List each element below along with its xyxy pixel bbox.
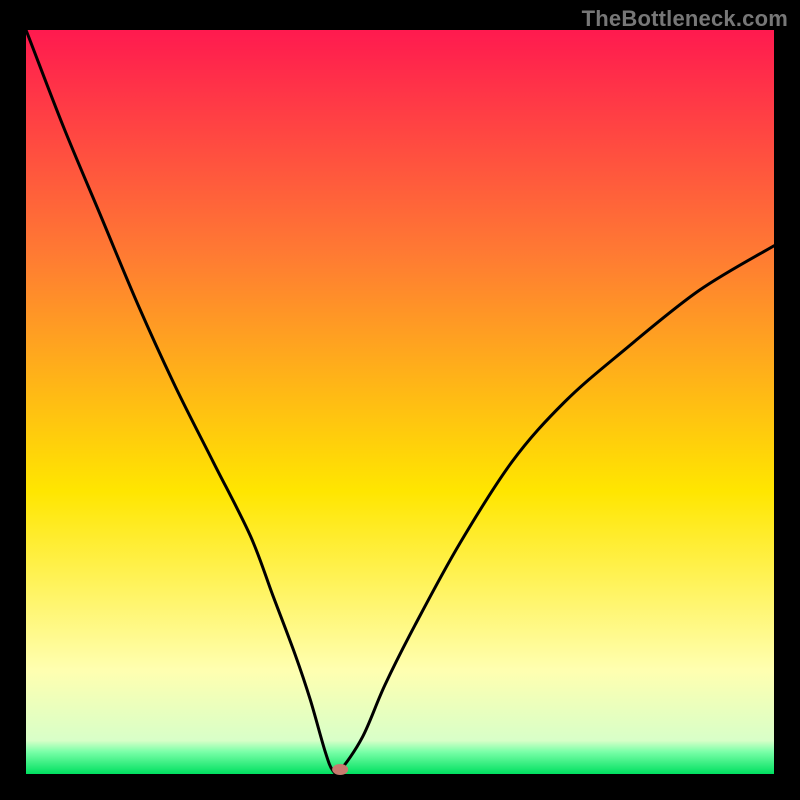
chart-svg [0, 0, 800, 800]
optimal-point-marker [332, 764, 348, 775]
plot-background [26, 30, 774, 774]
chart-container: TheBottleneck.com [0, 0, 800, 800]
watermark-text: TheBottleneck.com [582, 6, 788, 32]
